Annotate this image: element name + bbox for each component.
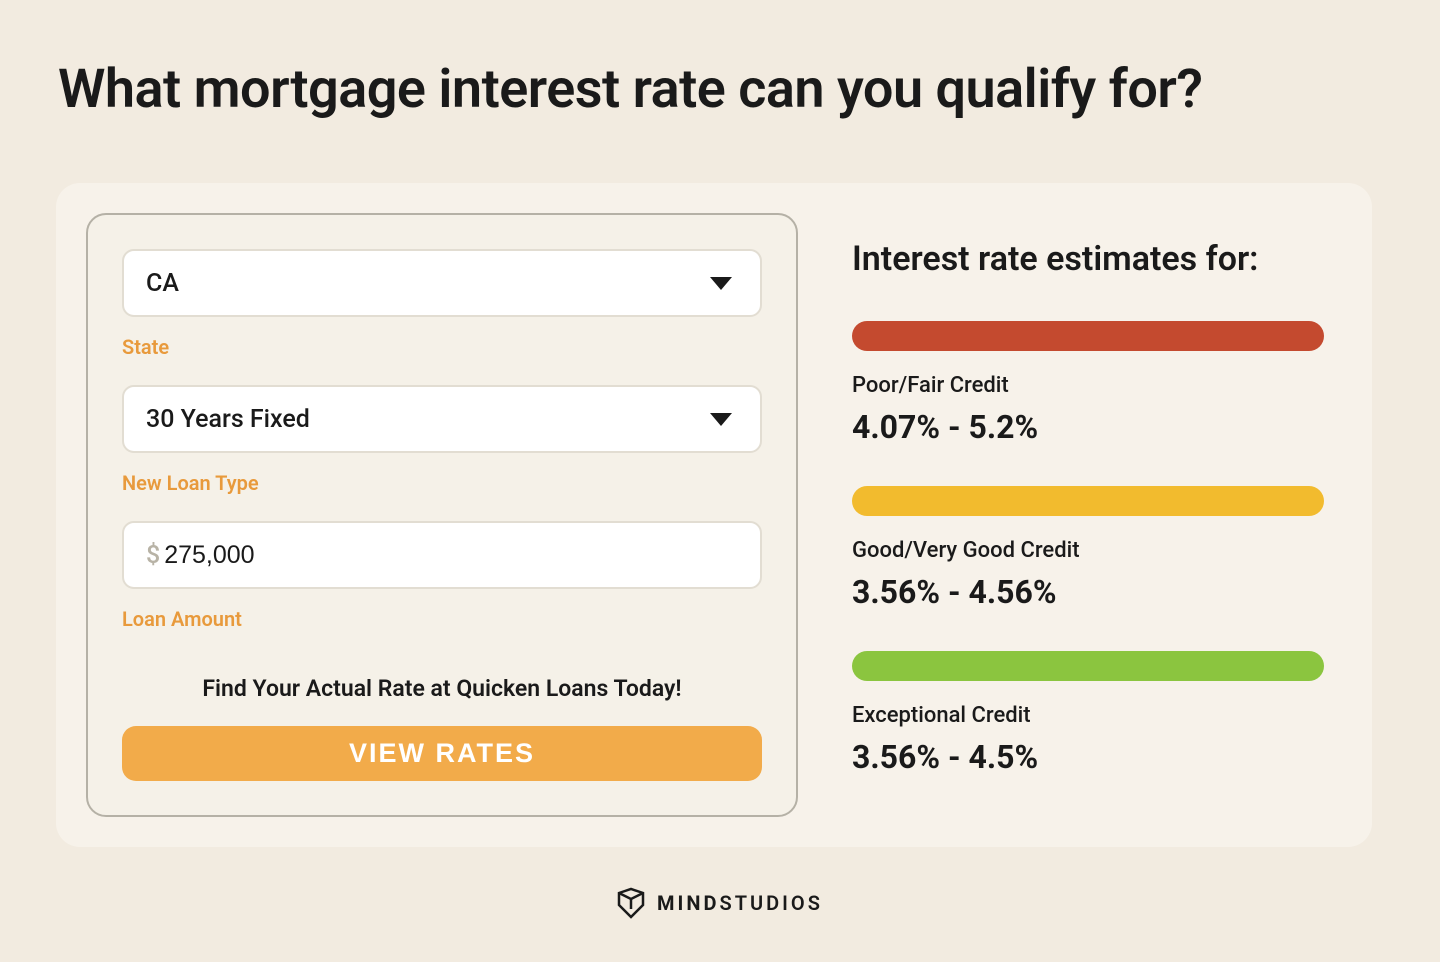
loan-type-select[interactable]: 30 Years Fixed xyxy=(122,385,762,453)
chevron-down-icon xyxy=(710,277,732,290)
loan-type-field-group: 30 Years Fixed New Loan Type xyxy=(122,385,762,495)
footer: MINDSTUDIOS xyxy=(0,887,1440,919)
results-title: Interest rate estimates for: xyxy=(852,239,1324,279)
rate-label-poor: Poor/Fair Credit xyxy=(852,373,1324,398)
page-title: What mortgage interest rate can you qual… xyxy=(0,0,1440,121)
rate-item-exceptional: Exceptional Credit 3.56% - 4.5% xyxy=(852,651,1324,776)
mindstudios-logo-icon xyxy=(617,887,645,919)
loan-type-label: New Loan Type xyxy=(122,471,762,495)
rate-label-good: Good/Very Good Credit xyxy=(852,538,1324,563)
loan-type-select-value: 30 Years Fixed xyxy=(146,405,310,434)
loan-amount-input[interactable] xyxy=(164,541,738,570)
rate-bar-poor xyxy=(852,321,1324,351)
loan-amount-field-group: $ Loan Amount xyxy=(122,521,762,631)
form-panel: CA State 30 Years Fixed New Loan Type $ … xyxy=(86,213,798,817)
rate-value-good: 3.56% - 4.56% xyxy=(852,573,1324,611)
state-label: State xyxy=(122,335,762,359)
footer-brand: MINDSTUDIOS xyxy=(657,891,823,915)
rate-item-poor: Poor/Fair Credit 4.07% - 5.2% xyxy=(852,321,1324,446)
cta-text: Find Your Actual Rate at Quicken Loans T… xyxy=(122,675,762,702)
rate-item-good: Good/Very Good Credit 3.56% - 4.56% xyxy=(852,486,1324,611)
rate-bar-good xyxy=(852,486,1324,516)
chevron-down-icon xyxy=(710,413,732,426)
state-select-value: CA xyxy=(146,269,179,298)
currency-symbol: $ xyxy=(146,541,160,570)
loan-amount-label: Loan Amount xyxy=(122,607,762,631)
loan-amount-input-box[interactable]: $ xyxy=(122,521,762,589)
state-select[interactable]: CA xyxy=(122,249,762,317)
rate-label-exceptional: Exceptional Credit xyxy=(852,703,1324,728)
rate-bar-exceptional xyxy=(852,651,1324,681)
rate-value-exceptional: 3.56% - 4.5% xyxy=(852,738,1324,776)
view-rates-button[interactable]: VIEW RATES xyxy=(122,726,762,781)
state-field-group: CA State xyxy=(122,249,762,359)
results-panel: Interest rate estimates for: Poor/Fair C… xyxy=(798,183,1372,847)
rate-value-poor: 4.07% - 5.2% xyxy=(852,408,1324,446)
main-card: CA State 30 Years Fixed New Loan Type $ … xyxy=(56,183,1372,847)
